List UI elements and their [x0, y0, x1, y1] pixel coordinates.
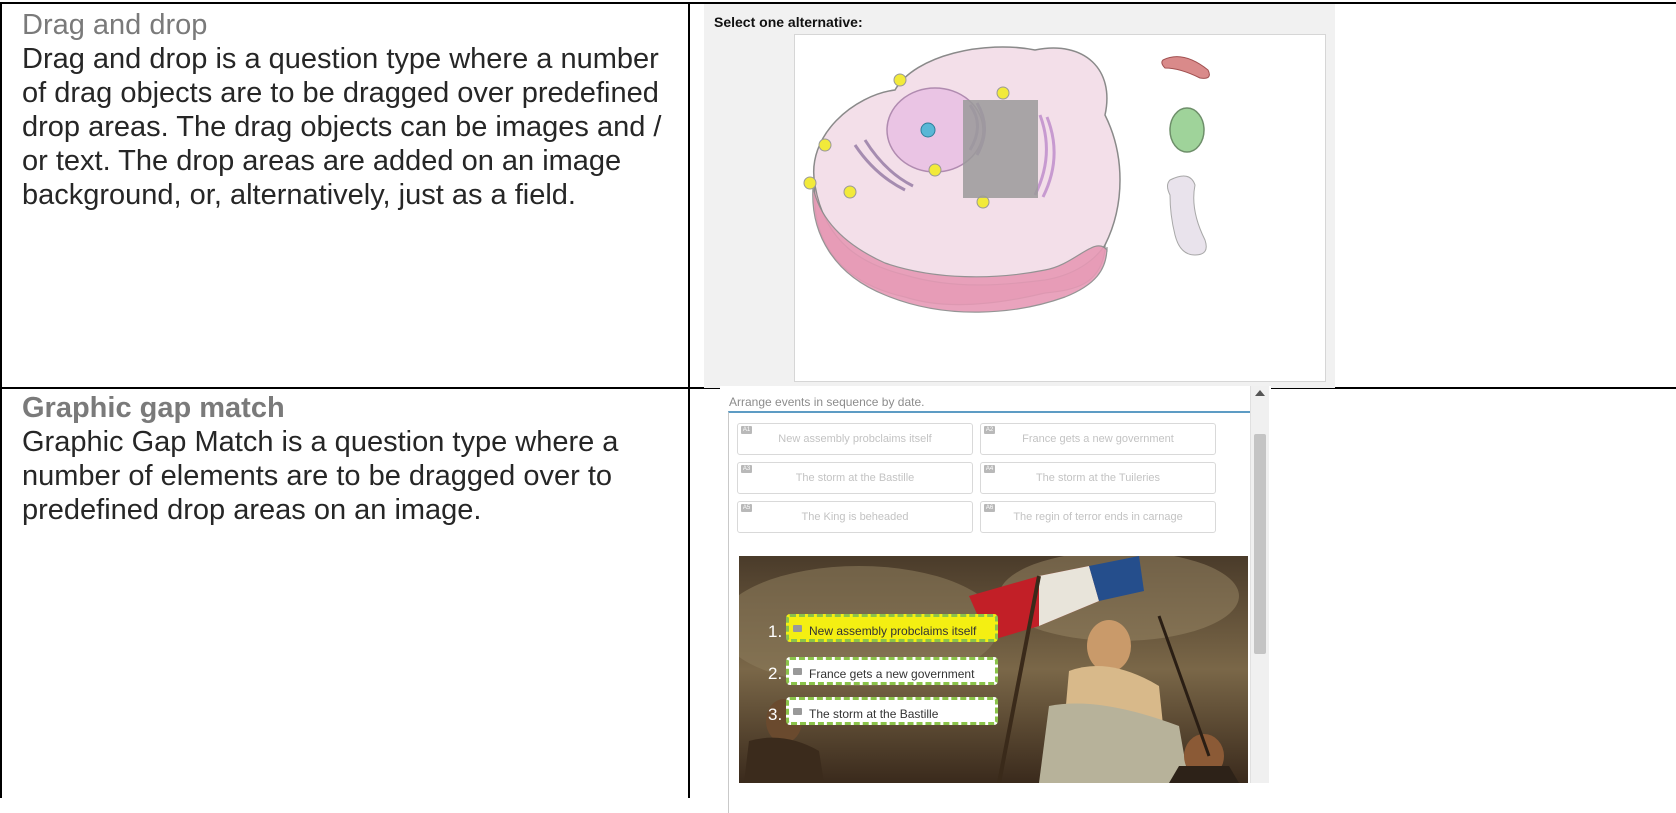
scroll-thumb[interactable]: [1254, 434, 1266, 654]
question-prompt: Arrange events in sequence by date.: [729, 395, 925, 409]
row-description: Graphic Gap Match is a question type whe…: [22, 426, 619, 526]
choice-tag-icon: A1: [741, 426, 752, 434]
drop-label: The storm at the Bastille: [809, 707, 939, 721]
drop-label: New assembly probclaims itself: [809, 624, 977, 638]
choice-a2[interactable]: A2 France gets a new government: [980, 423, 1216, 455]
drop-label: France gets a new government: [809, 667, 975, 681]
choice-label: The King is beheaded: [801, 511, 909, 523]
choice-label: France gets a new government: [1022, 433, 1174, 445]
choice-label: The regin of terror ends in carnage: [1013, 511, 1183, 523]
drag-drop-example: Select one alternative:: [704, 4, 1335, 388]
choice-label: The storm at the Bastille: [795, 472, 915, 484]
drop-number: 2.: [768, 664, 783, 683]
drop-stage: [794, 34, 1326, 382]
scrollbar[interactable]: [1250, 386, 1269, 783]
choice-a6[interactable]: A6 The regin of terror ends in carnage: [980, 501, 1216, 533]
graphic-gap-example: Arrange events in sequence by date. A1 N…: [720, 386, 1271, 813]
choice-tag-icon: [793, 708, 802, 715]
table-column-divider: [688, 2, 690, 798]
choice-a4[interactable]: A4 The storm at the Tuileries: [980, 462, 1216, 494]
choice-tag-icon: A3: [741, 465, 752, 473]
choice-label: The storm at the Tuileries: [1035, 472, 1161, 484]
cell-diagram: [803, 46, 1210, 313]
row-description: Drag and drop is a question type where a…: [22, 43, 662, 211]
drop-number: 1.: [768, 622, 783, 641]
choice-tag-icon: A2: [984, 426, 995, 434]
row-heading: Drag and drop: [22, 9, 208, 41]
scroll-up-arrow-icon[interactable]: [1255, 390, 1265, 396]
choice-tag-icon: A4: [984, 465, 995, 473]
drop-slot-2[interactable]: France gets a new government: [786, 657, 998, 685]
question-prompt: Select one alternative:: [714, 14, 863, 30]
drop-number: 3.: [768, 705, 783, 724]
choice-a1[interactable]: A1 New assembly probclaims itself: [737, 423, 973, 455]
choice-label: New assembly probclaims itself: [778, 433, 932, 445]
choice-tag-icon: A6: [984, 504, 995, 512]
drop-slot-1[interactable]: New assembly probclaims itself: [786, 614, 998, 642]
row-heading: Graphic gap match: [22, 392, 285, 424]
choice-a5[interactable]: A5 The King is beheaded: [737, 501, 973, 533]
choice-tag-icon: A5: [741, 504, 752, 512]
table-border-left: [0, 2, 2, 798]
choice-a3[interactable]: A3 The storm at the Bastille: [737, 462, 973, 494]
row-graphic-gap-text: Graphic gap match Graphic Gap Match is a…: [22, 391, 672, 527]
choice-tag-icon: [793, 625, 802, 632]
choice-tag-icon: [793, 668, 802, 675]
drop-slot-3[interactable]: The storm at the Bastille: [786, 697, 998, 725]
row-drag-drop-text: Drag and drop Drag and drop is a questio…: [22, 8, 672, 212]
